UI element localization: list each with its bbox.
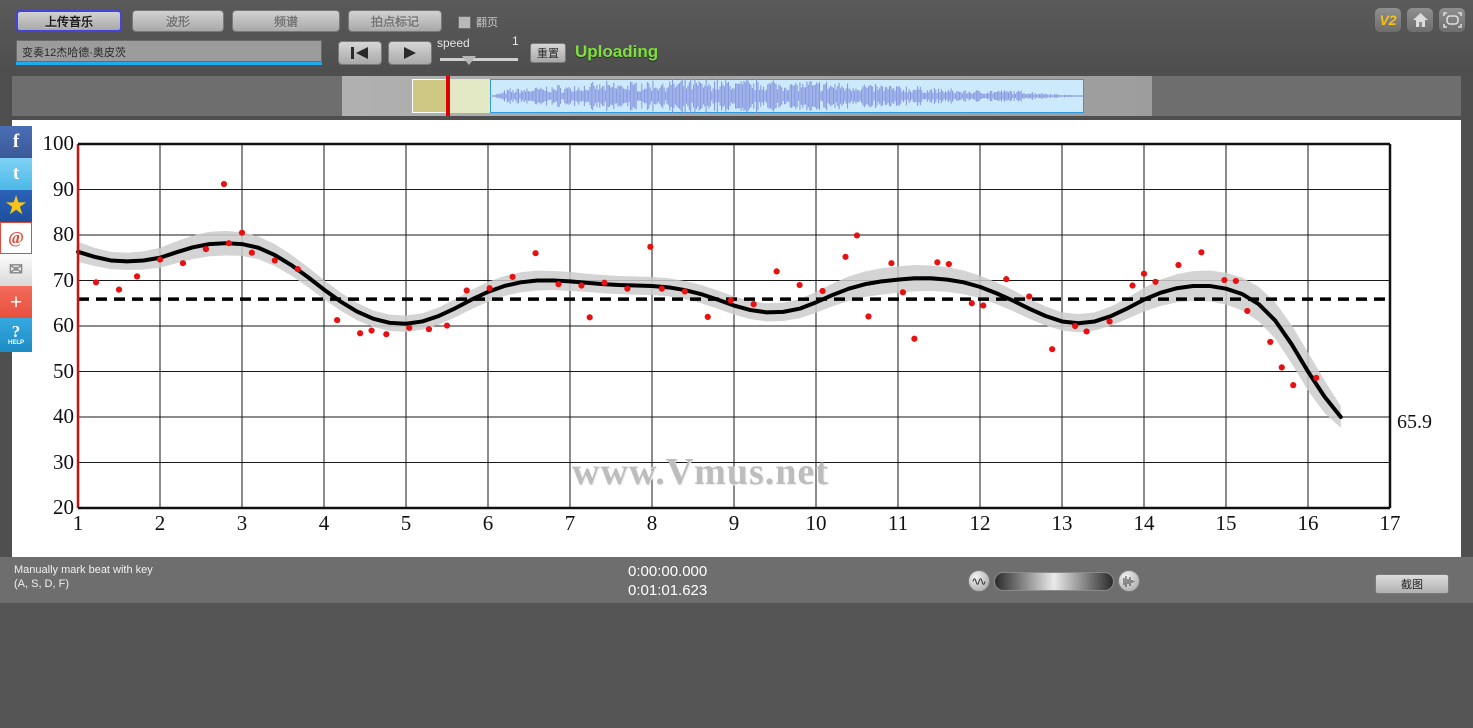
tab-upload-music[interactable]: 上传音乐 xyxy=(16,10,122,32)
tempo-chart-panel[interactable]: www.Vmus.net 65.9 20 30 40 50 60 70 80 90 100 1 2 3… xyxy=(12,120,1461,557)
tab-spectrum[interactable]: 频谱 xyxy=(232,10,340,32)
weibo-icon[interactable]: @ xyxy=(0,222,32,254)
corner-icon-group: V2 xyxy=(1375,8,1465,32)
tempo-chart-svg[interactable] xyxy=(12,120,1461,557)
x-tick-label: 17 xyxy=(1379,511,1401,535)
y-tick-label: 40 xyxy=(53,404,74,428)
home-icon xyxy=(1412,13,1428,27)
email-icon[interactable]: ✉ xyxy=(0,254,32,286)
x-tick-label: 16 xyxy=(1297,511,1319,535)
x-tick-label: 1 xyxy=(72,511,84,535)
x-tick-label: 10 xyxy=(805,511,827,535)
mean-tempo-label: 65.9 xyxy=(1397,411,1432,433)
social-share-sidebar: f t ★ @ ✉ + ? HELP xyxy=(0,126,32,352)
x-tick-label: 11 xyxy=(887,511,909,535)
speed-slider-thumb[interactable] xyxy=(462,56,476,65)
time-display: 0:00:00.000 0:01:01.623 xyxy=(628,562,707,600)
x-tick-label: 6 xyxy=(482,511,494,535)
capture-button[interactable]: 截图 xyxy=(1375,574,1449,594)
x-tick-label: 4 xyxy=(318,511,330,535)
tab-waveform[interactable]: 波形 xyxy=(132,10,224,32)
time-total: 0:01:01.623 xyxy=(628,582,708,599)
y-tick-label: 30 xyxy=(53,449,74,474)
rewind-button[interactable] xyxy=(338,41,382,65)
help-caption: HELP xyxy=(7,340,24,346)
x-tick-label: 5 xyxy=(400,511,412,535)
tab-waveform-label: 波形 xyxy=(165,14,190,29)
page-turn-checkbox-group[interactable]: 翻页 xyxy=(458,14,498,30)
rewind-icon xyxy=(351,47,368,59)
waveform-dense-icon[interactable] xyxy=(1118,570,1140,592)
x-tick-label: 7 xyxy=(564,511,576,535)
speed-label: speed xyxy=(437,36,470,50)
keyboard-hint-line1: Manually mark beat with key xyxy=(14,564,153,576)
song-title-field[interactable]: 变奏12杰哈德·奥皮茨 xyxy=(16,40,322,62)
y-tick-label: 50 xyxy=(53,358,74,383)
version-badge-button[interactable]: V2 xyxy=(1375,8,1401,32)
waveform-icon[interactable] xyxy=(968,570,990,592)
keyboard-hint-line2: (A, S, D, F) xyxy=(14,578,69,590)
speed-slider-track[interactable] xyxy=(440,58,518,61)
waveform-overview-box[interactable] xyxy=(342,76,1152,116)
help-icon[interactable]: ? HELP xyxy=(0,318,32,352)
volume-control[interactable] xyxy=(968,570,1140,592)
play-icon xyxy=(404,47,416,59)
keyboard-hint: Manually mark beat with key (A, S, D, F) xyxy=(14,563,153,591)
volume-slider[interactable] xyxy=(994,571,1114,591)
waveform-overview-strip[interactable] xyxy=(12,76,1461,116)
tab-upload-music-label: 上传音乐 xyxy=(44,14,93,29)
waveform-selection-light[interactable] xyxy=(446,79,490,113)
play-button[interactable] xyxy=(388,41,432,65)
waveform-graphic xyxy=(490,79,1084,113)
twitter-icon[interactable]: t xyxy=(0,158,32,190)
version-badge-label: V2 xyxy=(1379,12,1397,28)
share-more-icon[interactable]: + xyxy=(0,286,32,318)
speed-value: 1 xyxy=(512,34,519,48)
x-tick-label: 8 xyxy=(646,511,658,535)
reset-button[interactable]: 重置 xyxy=(530,43,566,63)
qzone-icon[interactable]: ★ xyxy=(0,190,32,222)
page-turn-checkbox[interactable] xyxy=(458,15,471,29)
home-button[interactable] xyxy=(1407,8,1433,32)
facebook-icon[interactable]: f xyxy=(0,126,32,158)
x-tick-label: 13 xyxy=(1051,511,1073,535)
tab-beat-marks-label: 拍点标记 xyxy=(370,14,419,29)
x-tick-label: 3 xyxy=(236,511,248,535)
x-tick-label: 14 xyxy=(1133,511,1155,535)
x-tick-label: 9 xyxy=(728,511,740,535)
song-progress-bar[interactable] xyxy=(16,62,322,65)
x-tick-label: 15 xyxy=(1215,511,1237,535)
x-tick-label: 12 xyxy=(969,511,991,535)
waveform-playhead[interactable] xyxy=(446,76,450,116)
fullscreen-button[interactable] xyxy=(1439,8,1465,32)
status-bar xyxy=(0,557,1473,603)
tab-spectrum-label: 频谱 xyxy=(273,14,298,29)
page-turn-label: 翻页 xyxy=(476,17,498,29)
tab-beat-marks[interactable]: 拍点标记 xyxy=(348,10,442,32)
upload-status-text: Uploading xyxy=(575,42,659,61)
time-current: 0:00:00.000 xyxy=(628,563,708,580)
x-tick-label: 2 xyxy=(154,511,166,535)
vmus-app-window: 上传音乐 波形 频谱 拍点标记 翻页 变奏12杰哈德·奥皮茨 speed 1 重… xyxy=(0,0,1473,728)
top-toolbar: 上传音乐 波形 频谱 拍点标记 翻页 变奏12杰哈德·奥皮茨 speed 1 重… xyxy=(0,0,1473,72)
bottom-control-panel: 擦除 移动 删除 吸附 保存 载入 4 ▲▼ 每小节拍数 0 ▲▼ 弱起拍数 0… xyxy=(0,603,1473,728)
fullscreen-icon xyxy=(1442,12,1462,28)
